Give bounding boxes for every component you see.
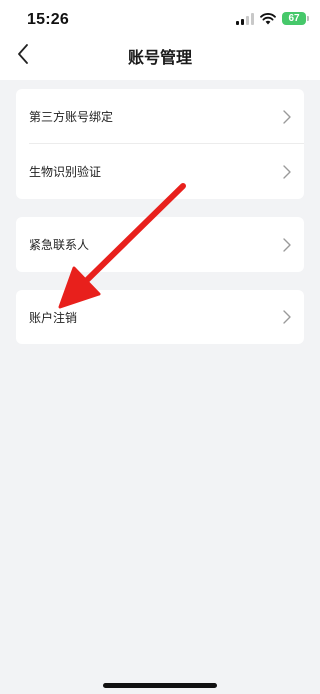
settings-card-deactivate: 账户注销 (16, 290, 304, 344)
row-biometric-verification[interactable]: 生物识别验证 (16, 144, 304, 199)
cellular-signal-icon (236, 12, 254, 25)
chevron-right-icon (283, 310, 291, 324)
status-icons: 67 (236, 12, 309, 25)
row-label: 紧急联系人 (29, 238, 90, 252)
home-indicator (103, 683, 217, 688)
nav-bar: 账号管理 (0, 40, 320, 68)
settings-card-account-binding: 第三方账号绑定 生物识别验证 (16, 89, 304, 199)
row-emergency-contact[interactable]: 紧急联系人 (16, 217, 304, 272)
row-label: 账户注销 (29, 310, 78, 325)
settings-card-emergency: 紧急联系人 (16, 217, 304, 272)
row-label: 生物识别验证 (29, 165, 102, 179)
page-title: 账号管理 (127, 48, 192, 67)
chevron-right-icon (283, 164, 291, 179)
battery-level: 67 (288, 13, 300, 24)
header-background (0, 68, 320, 80)
status-time: 15:26 (27, 11, 69, 28)
row-third-party-binding[interactable]: 第三方账号绑定 (16, 89, 304, 144)
chevron-right-icon (283, 109, 291, 124)
chevron-right-icon (283, 237, 291, 252)
wifi-icon (260, 12, 276, 24)
row-label: 第三方账号绑定 (29, 110, 114, 124)
status-bar: 15:26 67 (0, 0, 320, 40)
battery-icon: 67 (282, 12, 309, 25)
row-account-deactivation[interactable]: 账户注销 (16, 290, 304, 344)
